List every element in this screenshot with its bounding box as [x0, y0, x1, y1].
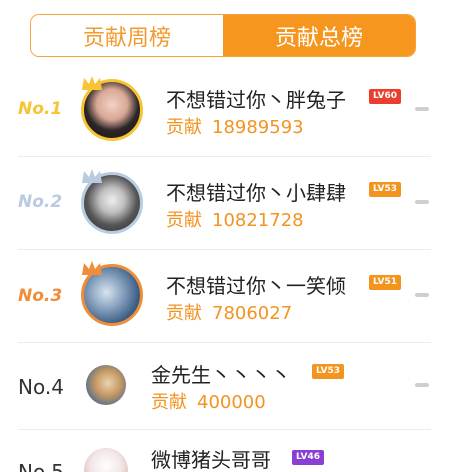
contribution-label: 贡献 [166, 303, 202, 324]
contribution: 贡献 400000 [151, 388, 266, 414]
contribution-label: 贡献 [151, 392, 187, 413]
contribution-label: 贡献 [166, 210, 202, 231]
contribution-label: 贡献 [166, 117, 202, 138]
contribution-value: 7806027 [212, 303, 293, 324]
level-badge: LV60 [369, 89, 401, 104]
avatar [84, 448, 128, 472]
contribution: 贡献 7806027 [166, 299, 292, 325]
contribution-value: 18989593 [212, 117, 304, 138]
list-item[interactable]: No.2 不想错过你丶小肆肆 LV53 贡献 10821728 [0, 157, 453, 249]
ranking-tabs: 贡献周榜 贡献总榜 [30, 14, 416, 57]
more-handle[interactable] [415, 293, 429, 297]
level-badge: LV53 [369, 182, 401, 197]
more-handle[interactable] [415, 383, 429, 387]
rank-label: No.4 [18, 375, 64, 399]
user-name: 金先生丶丶丶丶 [151, 363, 291, 387]
contribution-value: 400000 [197, 392, 266, 413]
list-item[interactable]: No.3 不想错过你丶一笑倾 LV51 贡献 7806027 [0, 250, 453, 342]
more-handle[interactable] [415, 107, 429, 111]
rank-label: No.3 [18, 286, 63, 306]
contribution-value: 10821728 [212, 210, 304, 231]
crown-icon [82, 261, 102, 275]
tab-total[interactable]: 贡献总榜 [223, 15, 415, 56]
user-name: 不想错过你丶一笑倾 [166, 274, 346, 298]
user-name: 不想错过你丶胖兔子 [166, 88, 346, 112]
list-item[interactable]: No.5 微博猪头哥哥 LV46 [0, 430, 453, 472]
user-name: 不想错过你丶小肆肆 [166, 181, 346, 205]
contribution: 贡献 18989593 [166, 113, 304, 139]
user-name: 微博猪头哥哥 [151, 448, 271, 472]
list-item[interactable]: No.4 金先生丶丶丶丶 LV53 贡献 400000 [0, 343, 453, 429]
tab-weekly[interactable]: 贡献周榜 [31, 15, 223, 56]
crown-icon [82, 169, 102, 183]
level-badge: LV51 [369, 275, 401, 290]
crown-icon [82, 76, 102, 90]
list-item[interactable]: No.1 不想错过你丶胖兔子 LV60 贡献 18989593 [0, 70, 453, 156]
more-handle[interactable] [415, 200, 429, 204]
level-badge: LV53 [312, 364, 344, 379]
contribution: 贡献 10821728 [166, 206, 304, 232]
rank-label: No.2 [18, 192, 63, 212]
level-badge: LV46 [292, 450, 324, 465]
rank-label: No.1 [18, 99, 63, 119]
rank-label: No.5 [18, 460, 64, 472]
avatar [86, 365, 126, 405]
